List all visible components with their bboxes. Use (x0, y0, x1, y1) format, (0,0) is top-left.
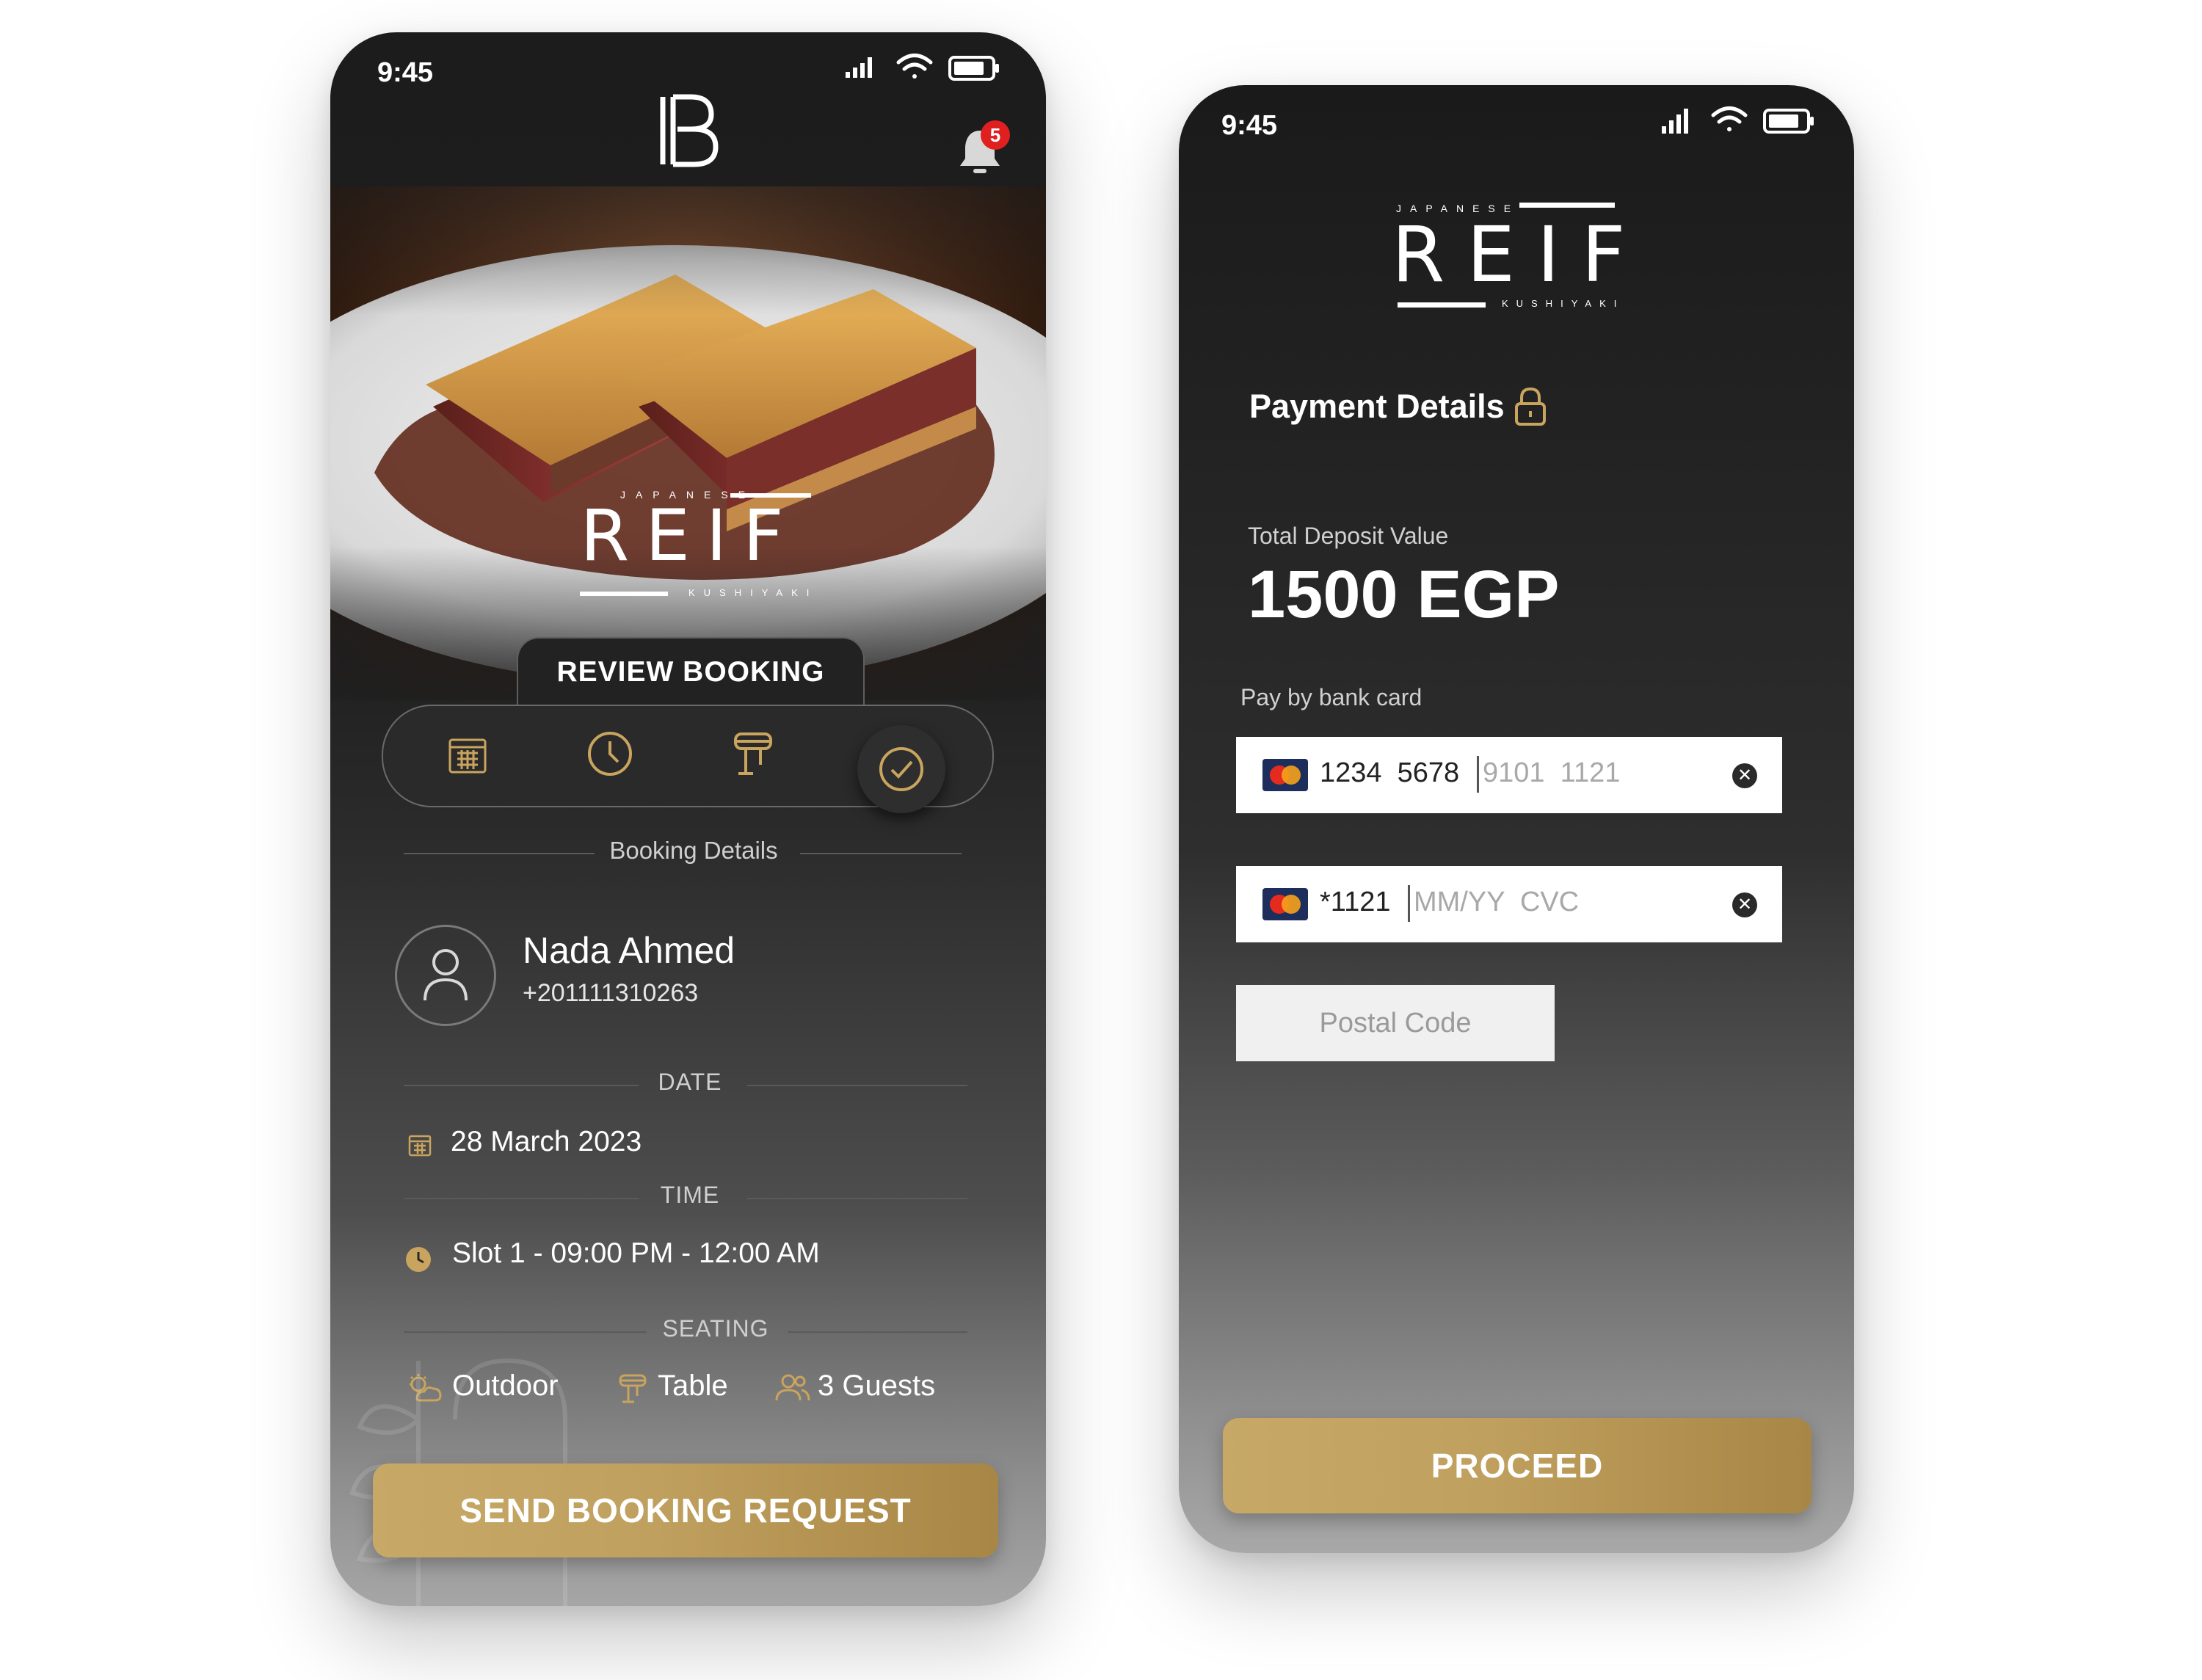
card-number-field[interactable]: 1234 5678 9101 1121 ✕ (1236, 737, 1782, 813)
user-icon (424, 949, 468, 1001)
customer-phone: +201111310263 (523, 979, 699, 1007)
divider (800, 853, 962, 854)
hero-brand-line-bottom (580, 592, 668, 596)
seating-label: SEATING (662, 1315, 769, 1342)
hero-brand-subtitle: KUSHIYAKI (688, 587, 818, 598)
card-last4: *1121 (1320, 887, 1391, 917)
time-value: Slot 1 - 09:00 PM - 12:00 AM (452, 1237, 820, 1269)
hero-food-image: JAPANESE REIF KUSHIYAKI (330, 186, 1046, 700)
card-expiry-field[interactable]: *1121 MM/YY CVC ✕ (1236, 866, 1782, 942)
clear-icon[interactable]: ✕ (1732, 763, 1757, 788)
payment-screen: 9:45 JAPANESE REIF KUSHIYAKI Payment Det… (1179, 85, 1854, 1553)
mastercard-icon (1262, 759, 1308, 791)
divider (404, 1198, 639, 1199)
hero-overlay (330, 186, 1046, 700)
avatar (395, 925, 496, 1026)
confirm-step-button[interactable] (857, 725, 945, 813)
battery-icon (948, 56, 1000, 84)
clock-step-icon[interactable] (586, 730, 634, 782)
brand-subtitle: KUSHIYAKI (1502, 298, 1625, 309)
tab-review-booking[interactable]: REVIEW BOOKING (517, 637, 865, 706)
calendar-step-icon[interactable] (447, 734, 488, 779)
battery-icon (1763, 109, 1814, 137)
wifi-icon (1710, 106, 1748, 137)
divider (404, 853, 595, 854)
status-time: 9:45 (377, 57, 434, 88)
table-icon (618, 1372, 647, 1408)
divider (747, 1198, 967, 1199)
postal-code-field[interactable]: Postal Code (1236, 985, 1555, 1061)
table-step-icon[interactable] (731, 730, 775, 782)
calendar-icon (408, 1133, 432, 1160)
clock-icon (405, 1246, 432, 1276)
guests-count: 3 Guests (818, 1370, 936, 1402)
pay-by-card-label: Pay by bank card (1240, 684, 1422, 710)
divider (788, 1331, 967, 1333)
deposit-label: Total Deposit Value (1248, 523, 1449, 549)
booking-details-title: Booking Details (609, 837, 778, 864)
brand-line-bottom (1398, 302, 1486, 308)
card-number-placeholder: 9101 1121 (1483, 757, 1621, 788)
expiry-cvc-placeholder: MM/YY CVC (1414, 887, 1580, 917)
mastercard-icon (1262, 888, 1308, 920)
card-number-entered: 1234 5678 (1320, 757, 1460, 788)
hero-brand-name: REIF (580, 495, 800, 577)
send-booking-request-button[interactable]: SEND BOOKING REQUEST (373, 1463, 998, 1557)
divider (404, 1085, 639, 1086)
lock-icon (1514, 386, 1547, 431)
app-logo-icon (657, 92, 719, 172)
date-value: 28 March 2023 (451, 1126, 642, 1157)
deposit-value: 1500 EGP (1248, 557, 1560, 632)
brand-name: REIF (1392, 210, 1648, 299)
guests-icon (775, 1372, 810, 1407)
check-circle-icon (879, 747, 923, 791)
booking-screen: 9:45 5 JAPANESE REIF KUSHIYAKI REVIEW BO… (330, 32, 1046, 1606)
clear-icon[interactable]: ✕ (1732, 892, 1757, 917)
seating-type: Table (658, 1370, 728, 1402)
proceed-button[interactable]: PROCEED (1223, 1418, 1812, 1513)
date-label: DATE (658, 1069, 722, 1095)
payment-details-title: Payment Details (1249, 388, 1505, 425)
signal-icon (1660, 106, 1696, 139)
wifi-icon (895, 53, 934, 84)
time-label: TIME (660, 1182, 720, 1208)
notification-badge: 5 (981, 120, 1010, 150)
brand-line-top (1519, 203, 1615, 208)
signal-icon (844, 54, 879, 83)
text-cursor (1408, 885, 1410, 922)
customer-name: Nada Ahmed (523, 930, 735, 971)
text-cursor (1477, 756, 1479, 793)
status-time: 9:45 (1221, 110, 1278, 141)
divider (747, 1085, 967, 1086)
